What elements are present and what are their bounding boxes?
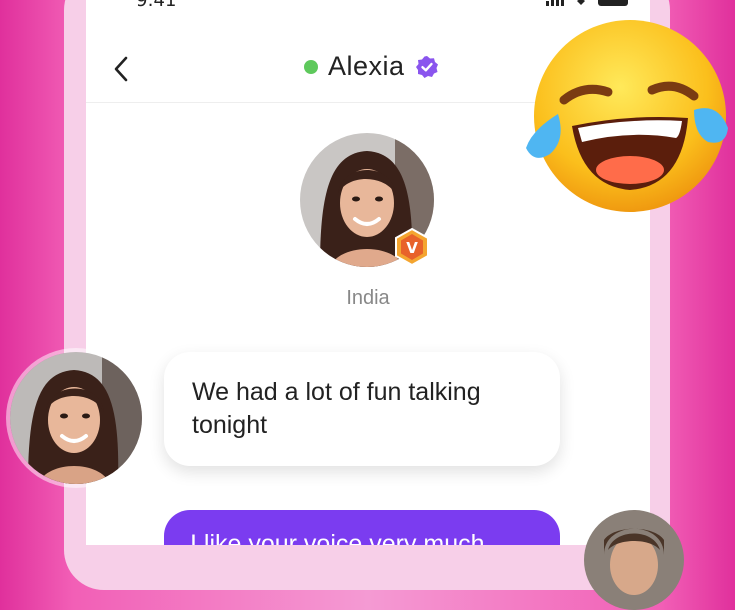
status-bar: 9:41: [86, 0, 650, 14]
laughing-tears-emoji: [526, 20, 728, 212]
incoming-message-text: We had a lot of fun talking tonight: [192, 378, 481, 439]
wifi-icon: [577, 0, 585, 5]
chat-title-group[interactable]: Alexia: [304, 51, 439, 82]
chat-title: Alexia: [328, 51, 405, 81]
receiver-avatar[interactable]: [584, 510, 684, 610]
status-icons: [546, 0, 628, 6]
battery-icon: [598, 0, 628, 6]
back-button[interactable]: [108, 54, 134, 84]
chevron-left-icon: [114, 56, 128, 82]
online-status-dot: [304, 59, 318, 74]
profile-country: India: [346, 287, 390, 309]
signal-icon: [546, 0, 564, 6]
sender-avatar[interactable]: [10, 352, 142, 484]
vip-badge-icon: V: [395, 228, 429, 266]
incoming-message-bubble[interactable]: We had a lot of fun talking tonight: [164, 352, 560, 466]
verified-badge-icon: [415, 55, 438, 78]
vip-badge-letter: V: [406, 239, 418, 257]
outgoing-message-bubble[interactable]: I like your voice very much: [164, 510, 560, 545]
outgoing-message-text: I like your voice very much: [190, 530, 485, 545]
status-time: 9:41: [136, 0, 177, 11]
